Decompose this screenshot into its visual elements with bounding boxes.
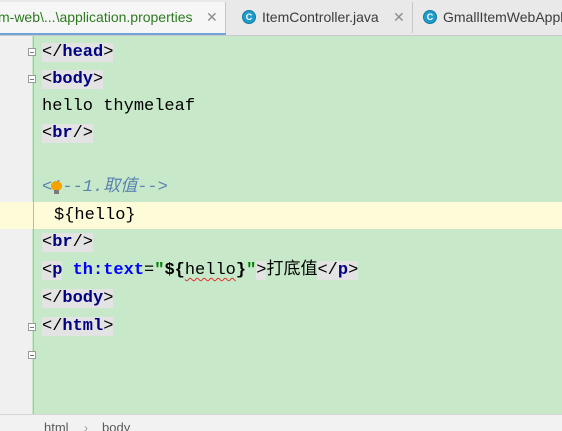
close-icon[interactable]: ✕ [206, 2, 218, 33]
tag-name: body [52, 70, 94, 89]
java-class-icon: C [242, 10, 256, 24]
java-class-icon: C [423, 10, 437, 24]
tag-name: body [62, 289, 104, 308]
attribute-name: th:text [72, 261, 145, 280]
fold-marker-icon[interactable] [28, 48, 36, 56]
tab-label: GmallItemWebApplic [443, 9, 562, 25]
tag-name: html [62, 317, 104, 336]
code-line: <br/> [42, 124, 94, 143]
tab-label: m-web\...\application.properties [0, 9, 193, 25]
code-line: </head> [42, 43, 114, 62]
fold-marker-icon[interactable] [28, 323, 36, 331]
tag-name: head [62, 43, 104, 62]
text-content: hello thymeleaf [42, 97, 196, 116]
code-line: <body> [42, 70, 104, 89]
active-tab-indicator [0, 33, 226, 35]
code-line: <p th:text="${hello}">打底值</p> [42, 261, 359, 280]
tag-name: br [52, 124, 73, 143]
text-content: ${hello} [54, 206, 136, 225]
close-icon[interactable]: ✕ [393, 2, 405, 33]
tab-label: ItemController.java [262, 9, 379, 25]
tab-application-properties[interactable]: m-web\...\application.properties ✕ [0, 2, 226, 33]
tag-name: p [337, 261, 349, 280]
code-line: </body> [42, 289, 114, 308]
breadcrumb: html › body [0, 414, 562, 431]
unresolved-variable: hello [184, 261, 236, 280]
code-editor[interactable]: </head> <body> hello thymeleaf <br/> <!-… [0, 36, 562, 414]
fold-marker-icon[interactable] [28, 351, 36, 359]
tab-item-controller[interactable]: C ItemController.java ✕ [230, 2, 413, 33]
code-line: <br/> [42, 233, 94, 252]
editor-tab-bar: m-web\...\application.properties ✕ C Ite… [0, 0, 562, 36]
text-content: 打底值 [266, 261, 318, 280]
tag-name: p [52, 261, 63, 280]
tag-name: br [52, 233, 73, 252]
tab-gmall-item-web-application[interactable]: C GmallItemWebApplic [413, 2, 562, 33]
code-line: hello thymeleaf [42, 93, 195, 120]
code-line-current: ${hello} [54, 202, 136, 229]
fold-marker-icon[interactable] [28, 75, 36, 83]
code-line: </html> [42, 317, 114, 336]
lightbulb-icon[interactable] [51, 181, 62, 194]
